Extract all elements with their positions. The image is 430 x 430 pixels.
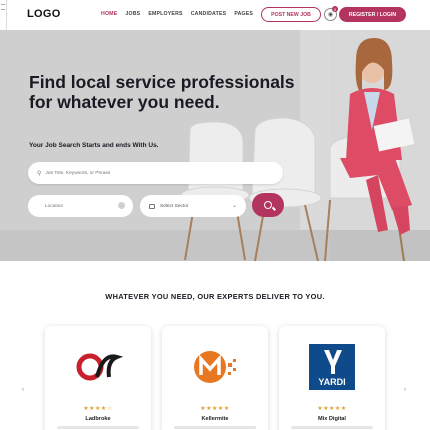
company-name[interactable]: Mix Digital <box>279 416 385 422</box>
ladbroke-logo-icon <box>45 339 151 394</box>
sector-select-label: Select Sector <box>160 203 189 209</box>
sector-select[interactable]: Select Sector ⌄ <box>140 195 246 217</box>
rating-stars: ★★★★★ <box>317 406 347 412</box>
keyword-search-field[interactable]: ⚲ <box>28 162 283 184</box>
company-name[interactable]: Kellermite <box>162 416 268 422</box>
search-button[interactable] <box>252 193 284 217</box>
nav-jobs[interactable]: JOBS <box>125 11 140 17</box>
company-card[interactable]: ★★★★☆ Ladbroke <box>45 326 151 430</box>
company-meta-line <box>291 426 373 429</box>
keyword-input[interactable] <box>45 170 246 176</box>
company-name[interactable]: Ladbroke <box>45 416 151 422</box>
register-login-button[interactable]: REGISTER / LOGIN <box>339 7 406 22</box>
briefcase-icon <box>149 203 155 209</box>
hero-subtitle: Your Job Search Starts and ends With Us. <box>29 142 159 149</box>
search-icon: ⚲ <box>37 170 42 177</box>
company-card[interactable]: YARDI ★★★★★ Mix Digital <box>279 326 385 430</box>
kellermite-logo-icon <box>162 339 268 394</box>
yardi-logo-text: YARDI <box>318 377 345 387</box>
nav-home[interactable]: HOME <box>101 11 117 17</box>
nav-employers[interactable]: EMPLOYERS <box>148 11 182 17</box>
nav-pages[interactable]: PAGES <box>234 11 253 17</box>
hero-title: Find local service professionals for wha… <box>29 72 295 112</box>
location-icon <box>118 202 125 209</box>
site-logo[interactable]: LOGO <box>27 8 61 20</box>
chevron-down-icon: ⌄ <box>231 203 237 209</box>
section-title: WHATEVER YOU NEED, OUR EXPERTS DELIVER T… <box>105 292 325 301</box>
site-header: LOGO HOME JOBS EMPLOYERS CANDIDATES PAGE… <box>0 0 430 30</box>
rating-stars: ★★★★☆ <box>83 406 113 412</box>
company-card[interactable]: ★★★★★ Kellermite <box>162 326 268 430</box>
magnifier-icon <box>264 201 272 209</box>
main-nav: HOME JOBS EMPLOYERS CANDIDATES PAGES <box>101 11 253 17</box>
bell-icon: ◉ <box>327 12 334 18</box>
page: LOGO HOME JOBS EMPLOYERS CANDIDATES PAGE… <box>0 0 430 430</box>
location-input[interactable] <box>45 203 115 209</box>
nav-candidates[interactable]: CANDIDATES <box>191 11 227 17</box>
hero-section: Find local service professionals for wha… <box>0 30 430 261</box>
company-meta-line <box>57 426 139 429</box>
notification-badge: 0 <box>332 6 338 12</box>
window-corner <box>0 0 7 30</box>
rating-stars: ★★★★★ <box>200 406 230 412</box>
yardi-logo-icon: YARDI <box>279 339 385 394</box>
company-meta-line <box>174 426 256 429</box>
notification-button[interactable]: ◉ 0 <box>324 6 338 21</box>
company-carousel: ★★★★☆ Ladbroke ★★★★★ Kellermite YARDI ★★… <box>0 326 430 430</box>
location-field[interactable] <box>28 195 133 217</box>
post-new-job-button[interactable]: POST NEW JOB <box>261 7 321 22</box>
